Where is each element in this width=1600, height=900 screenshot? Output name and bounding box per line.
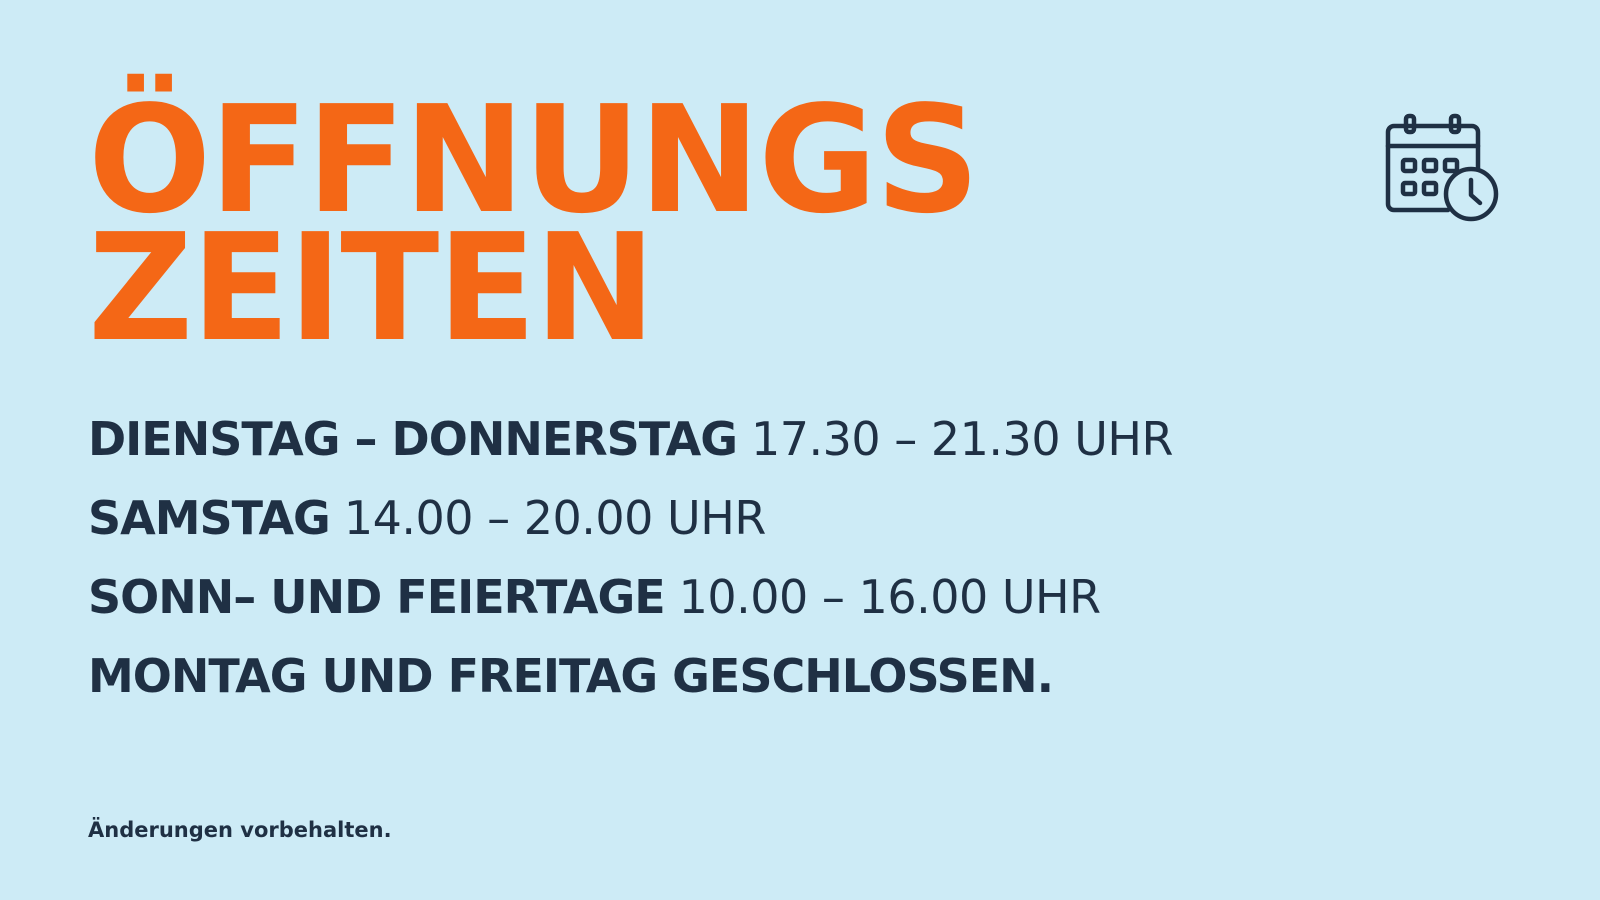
hours-row: SONN– UND FEIERTAGE 10.00 – 16.00 UHR xyxy=(88,558,1173,637)
time-range: 10.00 – 16.00 UHR xyxy=(678,570,1101,624)
page-title: ÖFFNUNGS ZEITEN xyxy=(88,86,980,362)
calendar-clock-icon xyxy=(1385,113,1499,222)
day-label: DIENSTAG – DONNERSTAG xyxy=(88,412,738,466)
closed-days-row: MONTAG UND FREITAG GESCHLOSSEN. xyxy=(88,637,1173,716)
hours-row: DIENSTAG – DONNERSTAG 17.30 – 21.30 UHR xyxy=(88,400,1173,479)
opening-hours-list: DIENSTAG – DONNERSTAG 17.30 – 21.30 UHR … xyxy=(88,400,1173,716)
day-label: SAMSTAG xyxy=(88,491,331,545)
time-range: 14.00 – 20.00 UHR xyxy=(343,491,766,545)
closed-days-text: MONTAG UND FREITAG GESCHLOSSEN. xyxy=(88,649,1054,703)
disclaimer-note: Änderungen vorbehalten. xyxy=(88,818,392,842)
day-label: SONN– UND FEIERTAGE xyxy=(88,570,666,624)
time-range: 17.30 – 21.30 UHR xyxy=(750,412,1173,466)
hours-row: SAMSTAG 14.00 – 20.00 UHR xyxy=(88,479,1173,558)
